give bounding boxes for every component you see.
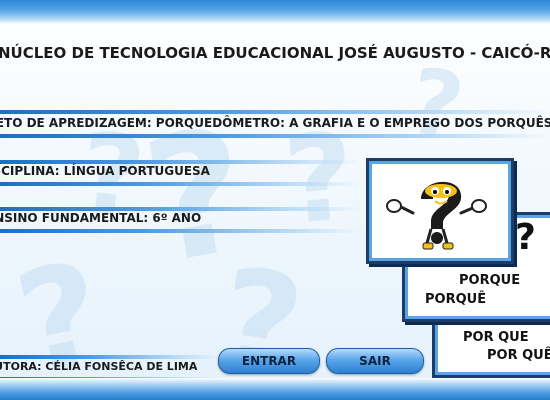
level-bottom-line [0,229,360,233]
bg-question-mark: ? [3,231,118,400]
objeto-bottom-line [0,134,550,138]
card-por-que-accent-text: POR QUÊ [487,348,550,363]
top-decorative-bar [0,0,550,24]
bottom-decorative-bar [0,378,550,400]
app-stage: ? ? ? ? ? ? NÚCLEO DE TECNOLOGIA EDUCACI… [0,0,550,400]
question-mark-mascot-icon [386,181,487,250]
page-title: NÚCLEO DE TECNOLOGIA EDUCACIONAL JOSÉ AU… [0,44,550,62]
card-porque-accent-text: PORQUÊ [425,292,487,307]
card-por-que-text: POR QUE [463,330,529,345]
bg-question-mark: ? [401,48,472,161]
discipline-label: DISCIPLINA: LÍNGUA PORTUGUESA [0,164,210,178]
card-question-mark: ? [515,217,536,258]
learning-object-label: OBJETO DE APREDIZAGEM: PORQUEDÔMETRO: A … [0,116,550,130]
mascot-card [366,158,514,264]
author-label: AUTORA: CÉLIA FONSÊCA DE LIMA [0,360,198,373]
card-porque-text: PORQUE [459,273,521,288]
enter-button[interactable]: ENTRAR [218,348,320,374]
objeto-underline [0,110,550,114]
card-por-que: POR QUE POR QUÊ [432,318,550,378]
author-underline [0,355,220,359]
level-label: ENSINO FUNDAMENTAL: 6º ANO [0,211,202,225]
exit-button[interactable]: SAIR [326,348,424,374]
discipline-bottom-line [0,182,360,186]
